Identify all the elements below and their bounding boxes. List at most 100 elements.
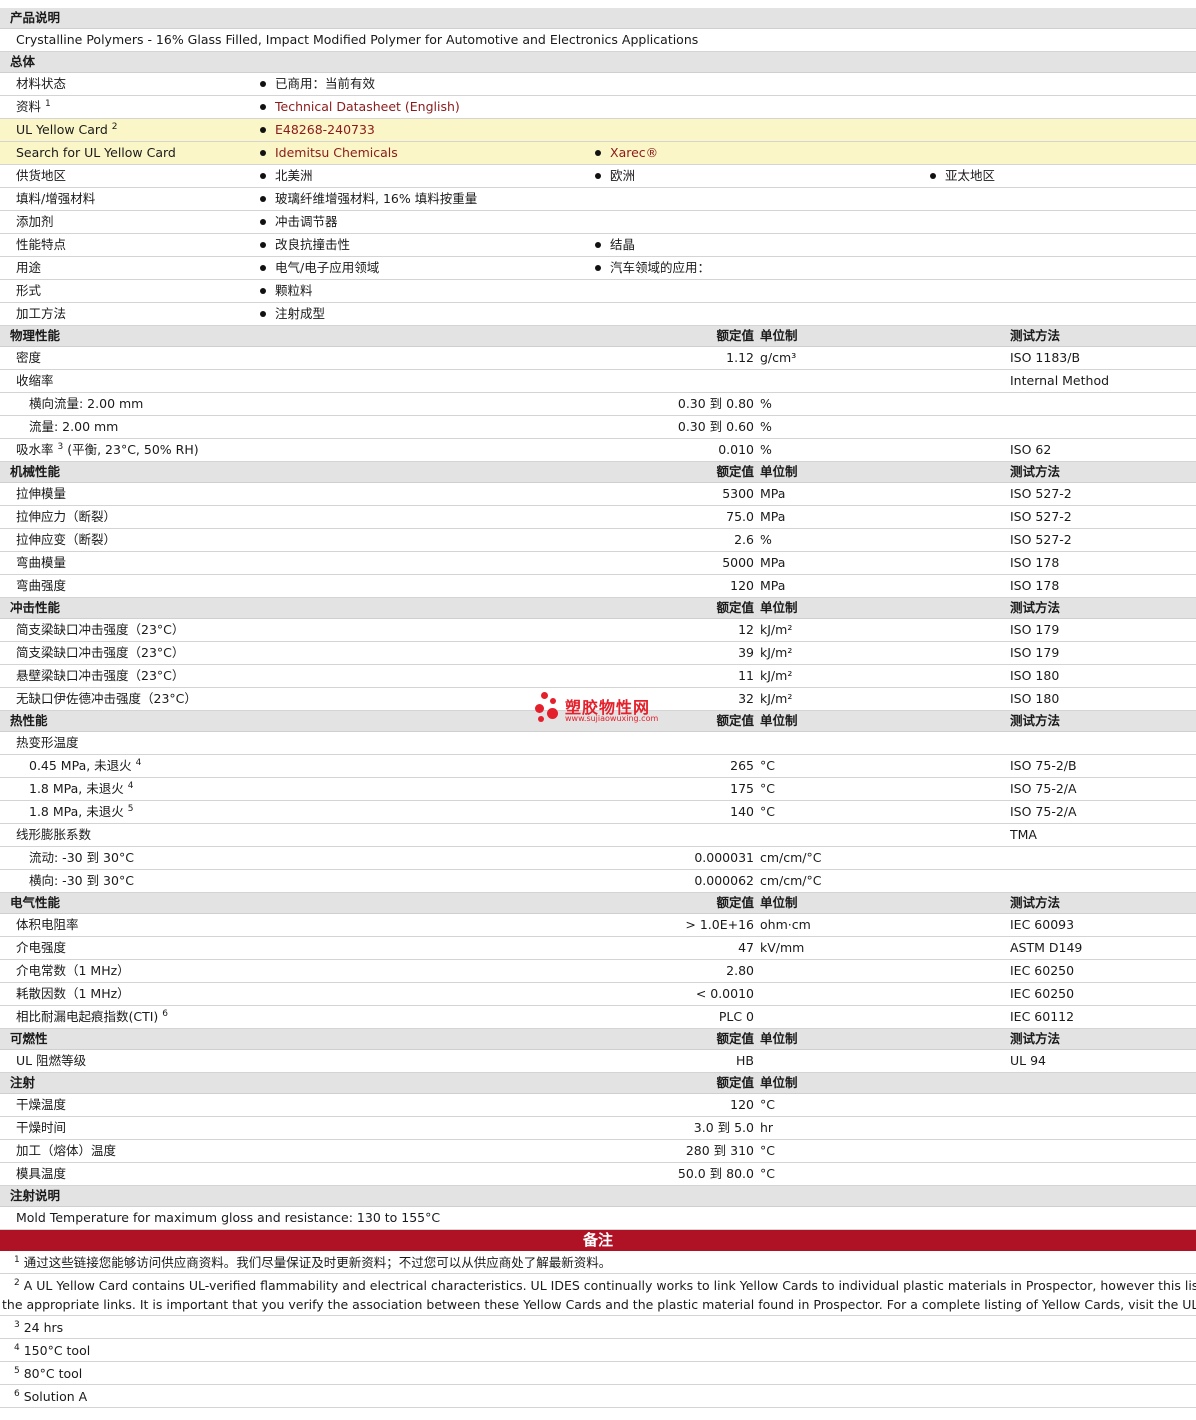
row-value: 12 (738, 622, 754, 637)
row-unit: °C (760, 1166, 775, 1181)
ul-card-link[interactable]: E48268-240733 (275, 122, 375, 137)
row-label: 模具温度 (16, 1166, 67, 1181)
electrical-rows: 体积电阻率 > 1.0E+16 ohm·cm IEC 60093 介电强度 47 kV/mm… (0, 914, 1196, 1006)
header-unit: 单位制 (760, 895, 798, 910)
row-unit: °C (760, 781, 775, 796)
note-2: 2 A UL Yellow Card contains UL-verified … (0, 1274, 1196, 1316)
bullet-icon (260, 287, 266, 294)
mechanical-rows: 拉伸模量 5300 MPa ISO 527-2 拉伸应力（断裂） 75.0 MPa ISO 5… (0, 483, 1196, 598)
value-cell: Idemitsu Chemicals (260, 142, 398, 164)
header-value: 额定值 (716, 328, 754, 343)
row-label: 横向: -30 到 30°C (29, 873, 134, 888)
idemitsu-link[interactable]: Idemitsu Chemicals (275, 145, 398, 160)
injection-rows: 干燥温度 120 °C 干燥时间 3.0 到 5.0 hr 加工（熔体）温度 280 到 31… (0, 1094, 1196, 1186)
row-unit: °C (760, 1097, 775, 1112)
injection-note-text: Mold Temperature for maximum gloss and r… (16, 1210, 441, 1225)
row-value: 3.0 到 5.0 (693, 1120, 754, 1135)
row-shrinkage: 收缩率 Internal Method (0, 370, 1196, 393)
row-method: ISO 75-2/B (1010, 758, 1077, 773)
note-number: 4 (14, 1343, 20, 1353)
row-method: IEC 60112 (1010, 1009, 1075, 1024)
value-cell: 注射成型 (260, 303, 325, 325)
row-additive: 添加剂 冲击调节器 (0, 211, 1196, 234)
row-value: 0.010 (718, 442, 754, 457)
row-shrinkage-cross: 横向流量: 2.00 mm 0.30 到 0.80 % (0, 393, 1196, 416)
row-ul-yellow-card: UL Yellow Card 2 E48268-240733 (0, 119, 1196, 142)
section-general: 总体 (0, 52, 1196, 73)
row-method: TMA (1010, 827, 1037, 842)
row-value: PLC 0 (718, 1009, 754, 1024)
row-label: 加工（熔体）温度 (16, 1143, 117, 1158)
xarec-link[interactable]: Xarec® (610, 145, 658, 160)
footnote-ref: 4 (135, 758, 142, 768)
row-hdt-045: 0.45 MPa, 未退火 4 265 °C ISO 75-2/B (0, 755, 1196, 778)
bullet-icon (260, 126, 266, 133)
row-label: UL 阻燃等级 (16, 1053, 87, 1068)
header-method: 测试方法 (1010, 1031, 1061, 1046)
row-label: 资料 1 (16, 99, 51, 114)
row-unit: cm/cm/°C (760, 850, 822, 865)
row-method: IEC 60250 (1010, 963, 1075, 978)
row-label: 性能特点 (16, 237, 67, 252)
row-method: ISO 527-2 (1010, 509, 1072, 524)
row-label: 形式 (16, 283, 42, 298)
note-number: 2 (14, 1278, 20, 1288)
section-injection-notes: 注射说明 (0, 1186, 1196, 1207)
data-row: 干燥时间 3.0 到 5.0 hr (0, 1117, 1196, 1140)
row-unit: hr (760, 1120, 774, 1135)
data-row: 弯曲强度 120 MPa ISO 178 (0, 575, 1196, 598)
row-unit: °C (760, 1143, 775, 1158)
row-label: 弯曲强度 (16, 578, 67, 593)
row-region: 供货地区 北美洲 欧洲 亚太地区 (0, 165, 1196, 188)
note-number: 5 (14, 1366, 20, 1376)
value-cell: Technical Datasheet (English) (260, 96, 460, 118)
row-label: 弯曲模量 (16, 555, 67, 570)
row-value: 75.0 (726, 509, 754, 524)
row-value: 47 (738, 940, 754, 955)
section-title: 产品说明 (10, 10, 61, 25)
row-value: 140 (730, 804, 754, 819)
row-search-ul-card: Search for UL Yellow Card Idemitsu Chemi… (0, 142, 1196, 165)
row-value: 120 (730, 1097, 754, 1112)
value-cell: 冲击调节器 (260, 211, 338, 233)
product-description-text: Crystalline Polymers - 16% Glass Filled,… (16, 32, 699, 47)
section-title: 注射说明 (10, 1188, 61, 1203)
value-cell: 改良抗撞击性 (260, 234, 350, 256)
notes-header: 备注 (0, 1230, 1196, 1251)
section-physical: 物理性能 额定值 单位制 测试方法 (0, 326, 1196, 347)
data-row: UL 阻燃等级 HB UL 94 (0, 1050, 1196, 1073)
footnote-ref: 3 (57, 442, 64, 452)
header-unit: 单位制 (760, 1075, 798, 1090)
row-clte-cross: 横向: -30 到 30°C 0.000062 cm/cm/°C (0, 870, 1196, 893)
row-unit: cm/cm/°C (760, 873, 822, 888)
row-method: IEC 60250 (1010, 986, 1075, 1001)
row-label: 简支梁缺口冲击强度（23°C） (16, 645, 185, 660)
row-label: 干燥时间 (16, 1120, 67, 1135)
row-method: ISO 179 (1010, 645, 1060, 660)
row-clte: 线形膨胀系数 TMA (0, 824, 1196, 847)
row-value: 1.12 (726, 350, 754, 365)
header-value: 额定值 (716, 600, 754, 615)
footnote-ref: 6 (162, 1009, 169, 1019)
watermark-logo: 塑胶物性网 www.sujiaowuxing.com (535, 692, 675, 726)
note-1: 1 通过这些链接您能够访问供应商资料。我们尽量保证及时更新资料；不过您可以从供应… (0, 1251, 1196, 1274)
technical-datasheet-link[interactable]: Technical Datasheet (English) (275, 99, 460, 114)
row-unit: MPa (760, 578, 786, 593)
header-method: 测试方法 (1010, 713, 1061, 728)
bullet-icon (260, 195, 266, 202)
section-mechanical: 机械性能 额定值 单位制 测试方法 (0, 462, 1196, 483)
data-row: 耗散因数（1 MHz） < 0.0010 IEC 60250 (0, 983, 1196, 1006)
row-clte-flow: 流动: -30 到 30°C 0.000031 cm/cm/°C (0, 847, 1196, 870)
header-value: 额定值 (716, 464, 754, 479)
row-value: 0.30 到 0.80 (677, 396, 754, 411)
row-unit: °C (760, 758, 775, 773)
row-unit: % (760, 419, 772, 434)
row-value: 5000 (722, 555, 754, 570)
row-label: 干燥温度 (16, 1097, 67, 1112)
note-3: 3 24 hrs (0, 1316, 1196, 1339)
row-density: 密度 1.12 g/cm³ ISO 1183/B (0, 347, 1196, 370)
bullet-icon (260, 103, 266, 110)
row-value: 0.000062 (694, 873, 754, 888)
row-label: 流动: -30 到 30°C (29, 850, 134, 865)
row-label: 加工方法 (16, 306, 67, 321)
